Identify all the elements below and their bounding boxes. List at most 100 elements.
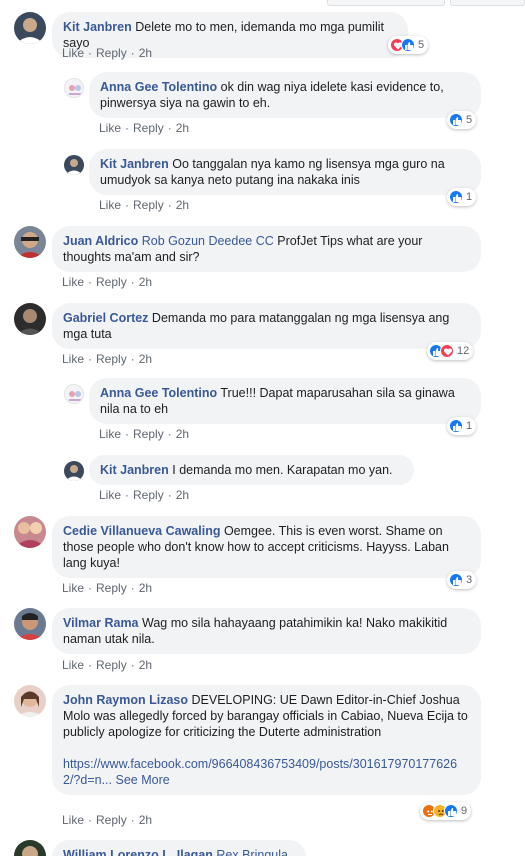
- like-link[interactable]: Like: [99, 488, 121, 502]
- separator: ·: [88, 581, 93, 595]
- avatar[interactable]: [64, 155, 84, 175]
- comment-bubble: Cedie Villanueva Cawaling Oemgee. This i…: [52, 516, 481, 578]
- comment-author[interactable]: Kit Janbren: [63, 20, 132, 34]
- comment-actions: Like · Reply · 2h: [99, 488, 189, 502]
- avatar[interactable]: [14, 516, 46, 548]
- comment-author[interactable]: Kit Janbren: [100, 463, 169, 477]
- separator: ·: [125, 121, 130, 135]
- separator: ·: [130, 581, 135, 595]
- comment-actions: Like · Reply · 2h: [62, 352, 152, 366]
- like-link[interactable]: Like: [62, 658, 84, 672]
- comment-author[interactable]: John Raymon Lizaso: [63, 693, 188, 707]
- like-link[interactable]: Like: [62, 813, 84, 827]
- reaction-summary[interactable]: 3: [447, 571, 477, 589]
- like-link[interactable]: Like: [62, 275, 84, 289]
- avatar[interactable]: [64, 461, 84, 481]
- top-button-right[interactable]: [450, 0, 525, 6]
- like-link[interactable]: Like: [99, 121, 121, 135]
- comment-author[interactable]: Juan Aldrico: [63, 234, 138, 248]
- like-link[interactable]: Like: [99, 198, 121, 212]
- comment-time[interactable]: 2h: [139, 275, 152, 289]
- comment-bubble: Anna Gee Tolentino ok din wag niya idele…: [89, 72, 481, 118]
- separator: ·: [88, 46, 93, 60]
- reply-link[interactable]: Reply: [133, 427, 164, 441]
- comment-bubble: Kit Janbren I demanda mo men. Karapatan …: [89, 455, 414, 485]
- comment-author[interactable]: Anna Gee Tolentino: [100, 386, 217, 400]
- avatar[interactable]: [14, 303, 46, 335]
- love-icon: [440, 344, 454, 358]
- avatar[interactable]: [14, 12, 46, 44]
- like-icon: [401, 38, 415, 52]
- reply-link[interactable]: Reply: [96, 658, 127, 672]
- avatar[interactable]: [14, 608, 46, 640]
- comment-author[interactable]: Cedie Villanueva Cawaling: [63, 524, 220, 538]
- comment-author[interactable]: Kit Janbren: [100, 157, 169, 171]
- reaction-count: 1: [466, 191, 473, 203]
- separator: ·: [88, 813, 93, 827]
- like-link[interactable]: Like: [99, 427, 121, 441]
- comment-time[interactable]: 2h: [176, 488, 189, 502]
- like-icon: [449, 190, 463, 204]
- like-link[interactable]: Like: [62, 352, 84, 366]
- reaction-summary[interactable]: 1: [447, 417, 477, 435]
- comment-actions: Like · Reply · 2h: [62, 813, 152, 827]
- comment-actions: Like · Reply · 2h: [62, 275, 152, 289]
- reply-link[interactable]: Reply: [133, 198, 164, 212]
- reply-link[interactable]: Reply: [96, 581, 127, 595]
- separator: ·: [130, 46, 135, 60]
- separator: ·: [130, 352, 135, 366]
- reaction-summary[interactable]: 12: [427, 342, 474, 360]
- comment-actions: Like · Reply · 2h: [62, 658, 152, 672]
- like-icon: [449, 573, 463, 587]
- avatar[interactable]: [64, 384, 84, 404]
- comment-time[interactable]: 2h: [176, 427, 189, 441]
- tagged-people[interactable]: Rob Gozun Deedee CC: [142, 234, 274, 248]
- comment-time[interactable]: 2h: [139, 581, 152, 595]
- separator: ·: [125, 427, 130, 441]
- comment-time[interactable]: 2h: [176, 198, 189, 212]
- separator: ·: [88, 352, 93, 366]
- like-icon: [449, 419, 463, 433]
- reply-link[interactable]: Reply: [96, 275, 127, 289]
- reaction-count: 5: [418, 39, 425, 51]
- separator: ·: [125, 488, 130, 502]
- reaction-count: 5: [466, 114, 473, 126]
- separator: ·: [167, 121, 172, 135]
- reaction-summary[interactable]: 5: [388, 36, 429, 54]
- separator: ·: [167, 198, 172, 212]
- comment-author[interactable]: Gabriel Cortez: [63, 311, 148, 325]
- reaction-count: 12: [457, 345, 470, 357]
- reply-link[interactable]: Reply: [133, 488, 164, 502]
- comment-bubble: Juan Aldrico Rob Gozun Deedee CC ProfJet…: [52, 226, 481, 272]
- reply-link[interactable]: Reply: [96, 813, 127, 827]
- like-icon: [449, 113, 463, 127]
- reaction-count: 1: [466, 420, 473, 432]
- reaction-summary[interactable]: 5: [447, 111, 477, 129]
- comment-time[interactable]: 2h: [139, 658, 152, 672]
- comment-time[interactable]: 2h: [139, 813, 152, 827]
- comment-time[interactable]: 2h: [139, 46, 152, 60]
- comment-author[interactable]: Vilmar Rama: [63, 616, 139, 630]
- comment-author[interactable]: Anna Gee Tolentino: [100, 80, 217, 94]
- separator: ·: [88, 658, 93, 672]
- reaction-summary[interactable]: 9: [420, 802, 472, 820]
- comment-actions: Like · Reply · 2h: [62, 581, 152, 595]
- bottom-edge: [0, 856, 525, 867]
- like-link[interactable]: Like: [62, 581, 84, 595]
- reaction-summary[interactable]: 1: [447, 188, 477, 206]
- reply-link[interactable]: Reply: [96, 352, 127, 366]
- reply-link[interactable]: Reply: [133, 121, 164, 135]
- like-link[interactable]: Like: [62, 46, 84, 60]
- reaction-count: 9: [461, 805, 468, 817]
- avatar[interactable]: [14, 226, 46, 258]
- comment-time[interactable]: 2h: [176, 121, 189, 135]
- top-button-left[interactable]: [327, 0, 445, 6]
- avatar[interactable]: [14, 685, 46, 717]
- see-more-link[interactable]: See More: [115, 773, 169, 787]
- reply-link[interactable]: Reply: [96, 46, 127, 60]
- avatar[interactable]: [64, 78, 84, 98]
- comment-bubble: Vilmar Rama Wag mo sila hahayaang patahi…: [52, 608, 481, 654]
- separator: ·: [130, 275, 135, 289]
- comment-time[interactable]: 2h: [139, 352, 152, 366]
- comment-actions: Like · Reply · 2h: [62, 46, 152, 60]
